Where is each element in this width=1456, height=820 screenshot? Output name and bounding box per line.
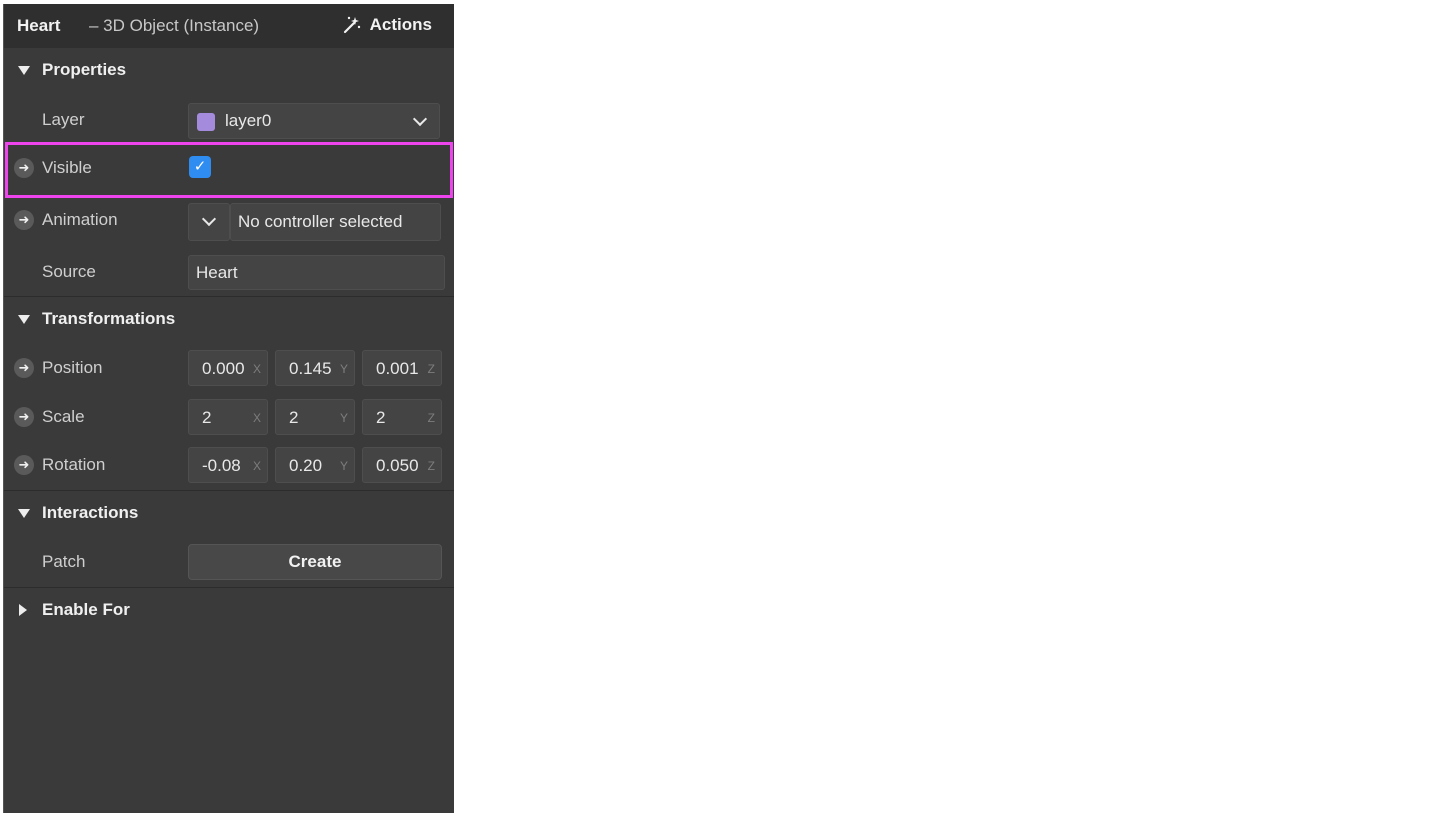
create-patch-button[interactable]: Create	[188, 544, 442, 580]
magic-wand-icon	[343, 16, 360, 34]
section-enable-for-label: Enable For	[42, 600, 130, 619]
patch-arrow-icon[interactable]: ➜	[14, 407, 34, 427]
patch-arrow-icon[interactable]: ➜	[14, 158, 34, 178]
patch-label: Patch	[42, 552, 86, 571]
source-value: Heart	[196, 263, 238, 282]
source-label: Source	[42, 262, 96, 281]
position-y-input[interactable]: 0.145 Y	[275, 350, 355, 386]
patch-row: Patch Create	[4, 538, 454, 586]
visible-label: Visible	[42, 158, 92, 177]
scale-row: ➜ Scale 2 X 2 Y 2 Z	[4, 393, 454, 441]
layer-select[interactable]: layer0	[188, 103, 440, 139]
position-label: Position	[42, 358, 103, 377]
rotation-x-value: -0.08	[202, 456, 241, 475]
section-properties[interactable]: Properties	[4, 48, 454, 92]
animation-value: No controller selected	[238, 212, 403, 231]
axis-x-label: X	[252, 362, 261, 376]
patch-arrow-icon[interactable]: ➜	[14, 455, 34, 475]
section-interactions-label: Interactions	[42, 503, 139, 522]
axis-y-label: Y	[339, 411, 348, 425]
caret-down-icon	[18, 509, 30, 518]
scale-y-value: 2	[289, 408, 299, 427]
scale-label: Scale	[42, 407, 85, 426]
actions-label: Actions	[369, 15, 432, 34]
layer-value: layer0	[225, 111, 272, 130]
animation-controller-field[interactable]: No controller selected	[230, 203, 441, 241]
rotation-y-input[interactable]: 0.20 Y	[275, 447, 355, 483]
rotation-x-input[interactable]: -0.08 X	[188, 447, 268, 483]
rotation-label: Rotation	[42, 455, 106, 474]
chevron-down-icon	[201, 211, 217, 227]
object-type: – 3D Object (Instance)	[89, 16, 260, 35]
scale-y-input[interactable]: 2 Y	[275, 399, 355, 435]
position-x-input[interactable]: 0.000 X	[188, 350, 268, 386]
layer-color-swatch	[197, 113, 215, 131]
animation-label: Animation	[42, 210, 118, 229]
actions-button[interactable]: Actions	[342, 15, 432, 35]
animation-dropdown-button[interactable]	[188, 203, 230, 241]
inspector-header: Heart – 3D Object (Instance) Actions	[4, 4, 454, 48]
chevron-down-icon	[412, 111, 428, 127]
rotation-y-value: 0.20	[289, 456, 323, 475]
scale-x-input[interactable]: 2 X	[188, 399, 268, 435]
position-z-input[interactable]: 0.001 Z	[362, 350, 442, 386]
visible-checkbox[interactable]: ✓	[189, 156, 211, 178]
axis-x-label: X	[252, 411, 261, 425]
section-properties-label: Properties	[42, 60, 127, 79]
source-field[interactable]: Heart	[188, 255, 445, 290]
animation-row: ➜ Animation No controller selected	[4, 196, 454, 244]
caret-down-icon	[18, 315, 30, 324]
layer-label: Layer	[42, 110, 85, 129]
scale-z-input[interactable]: 2 Z	[362, 399, 442, 435]
axis-z-label: Z	[427, 362, 435, 376]
axis-y-label: Y	[339, 362, 348, 376]
axis-z-label: Z	[427, 459, 435, 473]
section-interactions[interactable]: Interactions	[4, 491, 454, 535]
position-z-value: 0.001	[376, 359, 418, 378]
source-row: Source Heart	[4, 248, 454, 296]
position-y-value: 0.145	[289, 359, 331, 378]
visible-row: ➜ Visible	[4, 144, 454, 192]
rotation-z-value: 0.050	[376, 456, 418, 475]
layer-row: Layer layer0	[4, 96, 454, 144]
axis-x-label: X	[252, 459, 261, 473]
inspector-panel: Heart – 3D Object (Instance) Actions Pro…	[3, 4, 454, 813]
patch-arrow-icon[interactable]: ➜	[14, 358, 34, 378]
rotation-z-input[interactable]: 0.050 Z	[362, 447, 442, 483]
axis-y-label: Y	[339, 459, 348, 473]
object-name: Heart	[17, 16, 61, 35]
scale-x-value: 2	[202, 408, 212, 427]
position-row: ➜ Position 0.000 X 0.145 Y 0.001 Z	[4, 344, 454, 392]
axis-z-label: Z	[427, 411, 435, 425]
rotation-row: ➜ Rotation -0.08 X 0.20 Y 0.050 Z	[4, 441, 454, 489]
section-transformations[interactable]: Transformations	[4, 297, 454, 341]
caret-right-icon	[19, 604, 27, 616]
patch-arrow-icon[interactable]: ➜	[14, 210, 34, 230]
section-enable-for[interactable]: Enable For	[4, 588, 454, 632]
scale-z-value: 2	[376, 408, 386, 427]
position-x-value: 0.000	[202, 359, 244, 378]
caret-down-icon	[18, 66, 30, 75]
section-transformations-label: Transformations	[42, 309, 176, 328]
